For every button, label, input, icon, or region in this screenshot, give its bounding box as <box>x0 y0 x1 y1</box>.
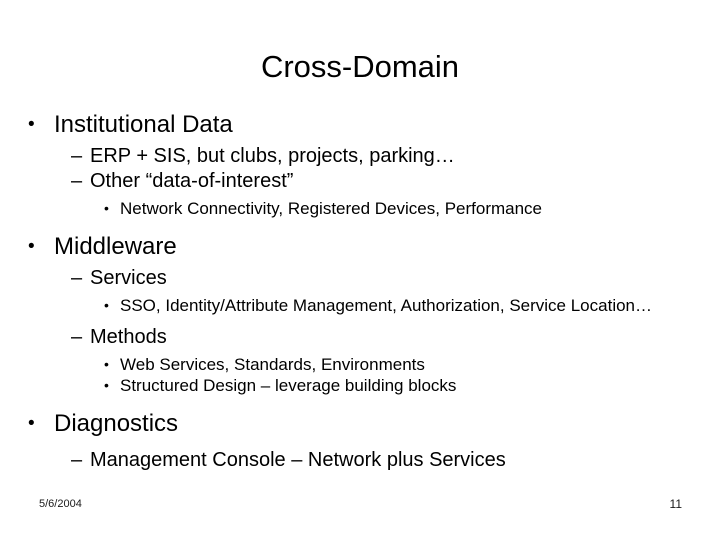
bullet-marker-level2: – <box>71 449 83 471</box>
bullet-level2: – ERP + SIS, but clubs, projects, parkin… <box>71 144 707 169</box>
bullet-marker-level1: • <box>28 114 35 135</box>
bullet-text: Methods <box>90 326 167 348</box>
bullet-text: Management Console – Network plus Servic… <box>90 449 506 471</box>
slide-body: • Institutional Data – ERP + SIS, but cl… <box>28 108 664 473</box>
bullet-text: ERP + SIS, but clubs, projects, parking… <box>90 145 455 167</box>
bullet-marker-level2: – <box>71 267 83 289</box>
bullet-text: Network Connectivity, Registered Devices… <box>120 199 543 218</box>
bullet-level2: – Methods <box>71 325 707 350</box>
bullet-marker-level2: – <box>71 170 83 192</box>
bullet-marker-level3: • <box>104 377 109 393</box>
bullet-level3: • Web Services, Standards, Environments <box>104 354 720 375</box>
bullet-text: Institutional Data <box>54 111 233 138</box>
bullet-marker-level3: • <box>104 356 109 372</box>
footer-date: 5/6/2004 <box>39 498 82 510</box>
bullet-text: SSO, Identity/Attribute Management, Auth… <box>120 296 653 315</box>
bullet-level3: • SSO, Identity/Attribute Management, Au… <box>104 295 720 316</box>
bullet-marker-level1: • <box>28 413 35 434</box>
bullet-level2: – Services <box>71 266 707 291</box>
bullet-marker-level1: • <box>28 236 35 257</box>
bullet-text: Other “data-of-interest” <box>90 170 294 192</box>
bullet-text: Diagnostics <box>54 410 179 437</box>
slide-title: Cross-Domain <box>260 49 460 84</box>
bullet-text: Middleware <box>54 233 177 260</box>
bullet-text: Structured Design – leverage building bl… <box>120 376 457 395</box>
bullet-level3: • Structured Design – leverage building … <box>104 375 720 396</box>
bullet-marker-level2: – <box>71 326 83 348</box>
bullet-level1: • Institutional Data <box>28 110 664 140</box>
bullet-level1: • Diagnostics <box>28 409 664 439</box>
bullet-level3: • Network Connectivity, Registered Devic… <box>104 198 720 219</box>
bullet-level2: – Management Console – Network plus Serv… <box>71 448 707 473</box>
bullet-marker-level3: • <box>104 297 109 313</box>
bullet-text: Web Services, Standards, Environments <box>120 355 425 374</box>
bullet-level2: – Other “data-of-interest” <box>71 169 707 194</box>
footer-page-number: 11 <box>669 497 682 511</box>
bullet-marker-level2: – <box>71 145 83 167</box>
bullet-level1: • Middleware <box>28 232 664 262</box>
bullet-marker-level3: • <box>104 200 109 216</box>
slide: Cross-Domain • Institutional Data – ERP … <box>0 0 720 540</box>
bullet-text: Services <box>90 267 167 289</box>
